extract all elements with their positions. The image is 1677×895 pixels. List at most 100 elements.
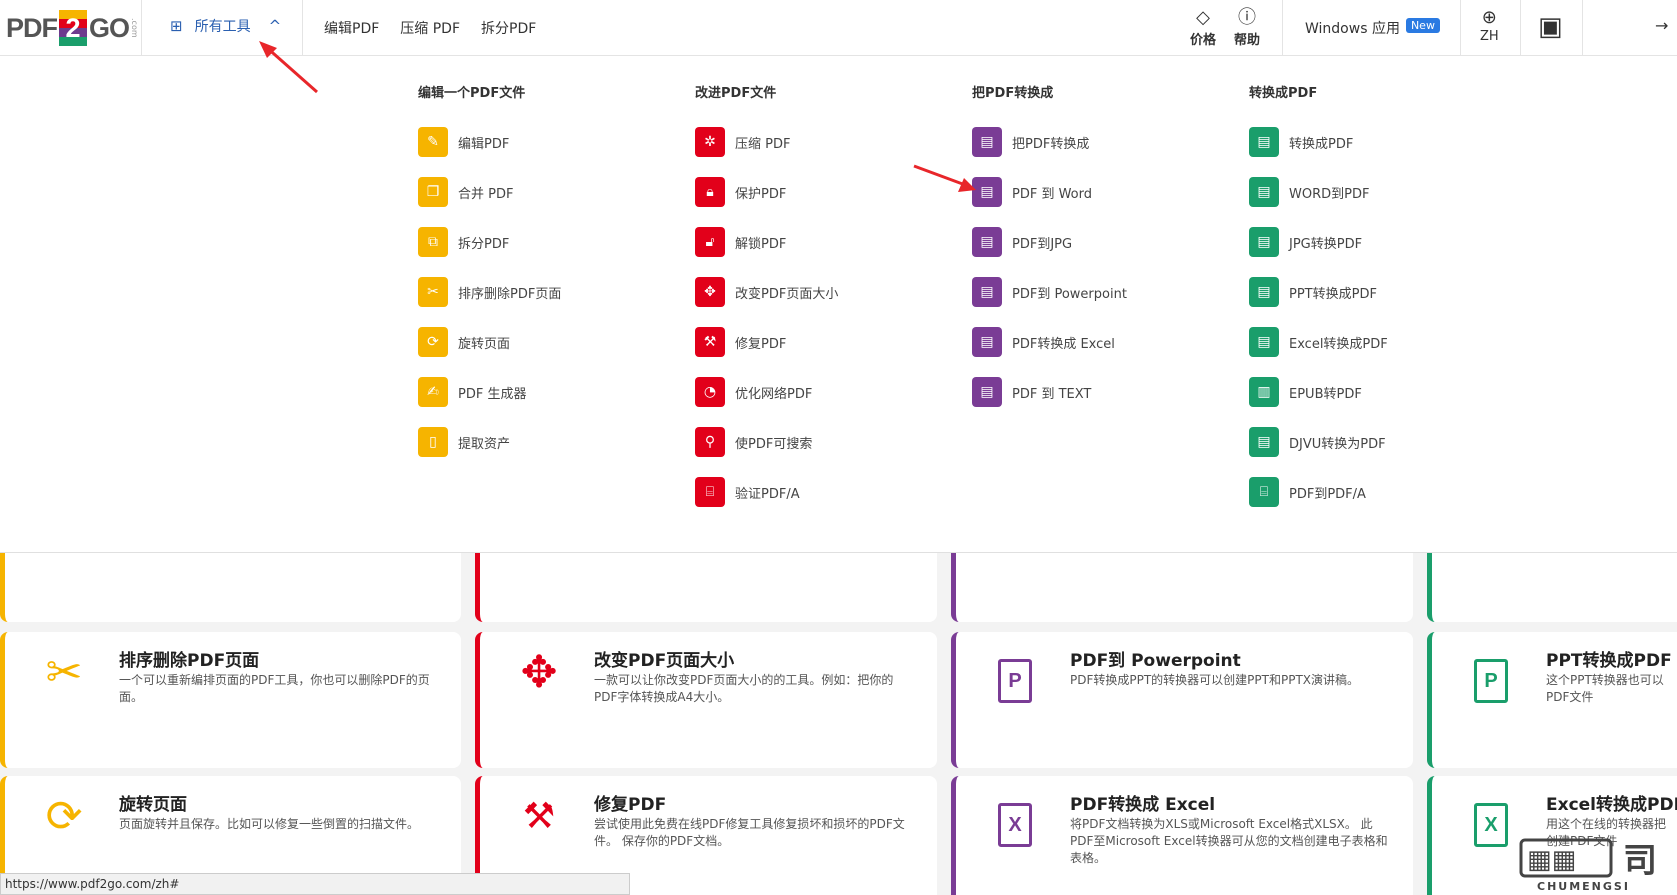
menu-item-label: PDF 到 TEXT bbox=[1012, 386, 1092, 402]
menu-item-rotate[interactable]: ⟳ 旋转页面 bbox=[418, 317, 561, 367]
archive-icon: ⌸ bbox=[1249, 477, 1279, 507]
price-button[interactable]: ◇ 价格 bbox=[1190, 8, 1217, 49]
menu-item-label: EPUB转PDF bbox=[1289, 386, 1362, 402]
card-description: 页面旋转并且保存。比如可以修复一些倒置的扫描文件。 bbox=[119, 817, 420, 831]
top-nav: 编辑PDF 压缩 PDF 拆分PDF bbox=[324, 18, 536, 38]
create-icon: ✍ bbox=[418, 377, 448, 407]
menu-item-protect-pdf[interactable]: 🔒︎ 保护PDF bbox=[695, 167, 838, 217]
menu-item-label: 压缩 PDF bbox=[735, 136, 791, 152]
menu-item-repair-pdf[interactable]: ⚒ 修复PDF bbox=[695, 317, 838, 367]
text-file-icon: ▤ bbox=[972, 377, 1002, 407]
windows-app-button[interactable]: Windows 应用 New bbox=[1305, 17, 1440, 38]
menu-item-searchable-pdf[interactable]: ⚲ 使PDF可搜索 bbox=[695, 417, 838, 467]
menu-item-pdf-to-ppt[interactable]: ▤ PDF到 Powerpoint bbox=[972, 267, 1127, 317]
menu-item-epub-to-pdf[interactable]: ▥ EPUB转PDF bbox=[1249, 367, 1388, 417]
menu-item-label: PDF到PDF/A bbox=[1289, 486, 1366, 502]
menu-column-title: 把PDF转换成 bbox=[972, 86, 1054, 101]
ppt-file-icon: ▤ bbox=[1249, 277, 1279, 307]
menu-item-label: 拆分PDF bbox=[458, 236, 510, 252]
menu-item-label: PPT转换成PDF bbox=[1289, 286, 1377, 302]
header-divider bbox=[1460, 0, 1461, 56]
svg-text:▦▦: ▦▦ bbox=[1527, 845, 1576, 875]
menu-item-label: 合并 PDF bbox=[458, 186, 514, 202]
sign-in-icon: → bbox=[1655, 16, 1669, 35]
history-button[interactable]: ▣ bbox=[1538, 12, 1563, 42]
header-divider bbox=[141, 0, 142, 56]
menu-item-unlock-pdf[interactable]: 🔓︎ 解锁PDF bbox=[695, 217, 838, 267]
menu-item-label: 验证PDF/A bbox=[735, 486, 800, 502]
grid-icon: ⊞ bbox=[170, 17, 183, 35]
menu-item-pdf-convert[interactable]: ▤ 把PDF转换成 bbox=[972, 117, 1127, 167]
card-title: PDF到 Powerpoint bbox=[1070, 651, 1241, 671]
compress-icon: ✲ bbox=[695, 127, 725, 157]
menu-column-edit: 编辑一个PDF文件 ✎ 编辑PDF ❐ 合并 PDF ⧉ 拆分PDF ✂ 排序删除PDF… bbox=[418, 82, 561, 467]
all-tools-button[interactable]: ⊞ 所有工具 ^ bbox=[170, 16, 281, 36]
menu-item-ppt-to-pdf[interactable]: ▤ PPT转换成PDF bbox=[1249, 267, 1388, 317]
menu-column-improve: 改进PDF文件 ✲ 压缩 PDF 🔒︎ 保护PDF 🔓︎ 解锁PDF ✥ 改变PDF页面… bbox=[695, 82, 838, 517]
menu-item-convert-to-pdf[interactable]: ▤ 转换成PDF bbox=[1249, 117, 1388, 167]
menu-item-pdf-to-jpg[interactable]: ▤ PDF到JPG bbox=[972, 217, 1127, 267]
menu-column-convert-to: 转换成PDF ▤ 转换成PDF ▤ WORD到PDF ▤ JPG转换PDF ▤ PPT转… bbox=[1249, 82, 1388, 517]
menu-item-split-pdf[interactable]: ⧉ 拆分PDF bbox=[418, 217, 561, 267]
menu-item-djvu-to-pdf[interactable]: ▤ DJVU转换为PDF bbox=[1249, 417, 1388, 467]
tool-card-resize[interactable]: ✥ 改变PDF页面大小 一款可以让你改变PDF页面大小的的工具。例如：把你的PD… bbox=[475, 632, 937, 768]
help-button[interactable]: ⓘ 帮助 bbox=[1234, 8, 1260, 49]
menu-item-label: WORD到PDF bbox=[1289, 186, 1370, 202]
sign-in-button[interactable]: → bbox=[1655, 16, 1668, 35]
card-description: 一个可以重新编排页面的PDF工具，你也可以删除PDF的页面。 bbox=[119, 673, 430, 704]
card-title: 旋转页面 bbox=[119, 795, 187, 815]
globe-icon: ⊕ bbox=[1481, 7, 1497, 28]
price-label: 价格 bbox=[1190, 33, 1217, 48]
menu-item-label: 排序删除PDF页面 bbox=[458, 286, 562, 302]
card-description: 将PDF文档转换为XLS或Microsoft Excel格式XLSX。 此PDF… bbox=[1070, 817, 1388, 865]
menu-item-jpg-to-pdf[interactable]: ▤ JPG转换PDF bbox=[1249, 217, 1388, 267]
excel-file-icon: X bbox=[1466, 792, 1516, 847]
tool-card-pdf-to-ppt[interactable]: P PDF到 Powerpoint PDF转换成PPT的转换器可以创建PPT和P… bbox=[951, 632, 1413, 768]
card-description: 这个PPT转换器也可以 PDF文件 bbox=[1546, 673, 1664, 704]
nav-edit-pdf[interactable]: 编辑PDF bbox=[324, 18, 379, 38]
menu-item-resize-pdf[interactable]: ✥ 改变PDF页面大小 bbox=[695, 267, 838, 317]
nav-split-pdf[interactable]: 拆分PDF bbox=[481, 18, 536, 38]
card-description: PDF转换成PPT的转换器可以创建PPT和PPTX演讲稿。 bbox=[1070, 673, 1360, 687]
scissors-icon: ✂ bbox=[418, 277, 448, 307]
search-icon: ⚲ bbox=[695, 427, 725, 457]
menu-item-label: 解锁PDF bbox=[735, 236, 787, 252]
svg-text:CHUMENGSI: CHUMENGSI bbox=[1537, 880, 1630, 892]
menu-item-label: Excel转换成PDF bbox=[1289, 336, 1388, 352]
all-tools-dropdown: 编辑一个PDF文件 ✎ 编辑PDF ❐ 合并 PDF ⧉ 拆分PDF ✂ 排序删除PDF… bbox=[0, 56, 1677, 553]
menu-item-pdf-to-word[interactable]: ▤ PDF 到 Word bbox=[972, 167, 1127, 217]
tool-card-pdf-to-excel[interactable]: X PDF转换成 Excel 将PDF文档转换为XLS或Microsoft Ex… bbox=[951, 776, 1413, 895]
menu-item-sort-delete[interactable]: ✂ 排序删除PDF页面 bbox=[418, 267, 561, 317]
menu-item-edit-pdf[interactable]: ✎ 编辑PDF bbox=[418, 117, 561, 167]
menu-item-excel-to-pdf[interactable]: ▤ Excel转换成PDF bbox=[1249, 317, 1388, 367]
menu-item-pdf-creator[interactable]: ✍ PDF 生成器 bbox=[418, 367, 561, 417]
menu-column-title: 转换成PDF bbox=[1249, 86, 1318, 101]
tool-card-ppt-to-pdf[interactable]: P PPT转换成PDF 这个PPT转换器也可以 PDF文件 bbox=[1427, 632, 1677, 768]
djvu-file-icon: ▤ bbox=[1249, 427, 1279, 457]
rotate-icon: ⟳ bbox=[418, 327, 448, 357]
menu-item-pdf-to-excel[interactable]: ▤ PDF转换成 Excel bbox=[972, 317, 1127, 367]
nav-compress-pdf[interactable]: 压缩 PDF bbox=[400, 18, 460, 38]
menu-item-pdf-to-text[interactable]: ▤ PDF 到 TEXT bbox=[972, 367, 1127, 417]
tool-card-sort-delete[interactable]: ✂ 排序删除PDF页面 一个可以重新编排页面的PDF工具，你也可以删除PDF的页… bbox=[0, 632, 461, 768]
menu-item-word-to-pdf[interactable]: ▤ WORD到PDF bbox=[1249, 167, 1388, 217]
language-button[interactable]: ⊕ ZH bbox=[1480, 7, 1499, 45]
logo[interactable]: PDF 2 GO .com bbox=[6, 8, 139, 48]
menu-item-optimize-web[interactable]: ◔ 优化网络PDF bbox=[695, 367, 838, 417]
menu-item-merge-pdf[interactable]: ❐ 合并 PDF bbox=[418, 167, 561, 217]
menu-item-pdf-to-pdfa[interactable]: ⌸ PDF到PDF/A bbox=[1249, 467, 1388, 517]
menu-item-label: 保护PDF bbox=[735, 186, 787, 202]
menu-item-label: PDF转换成 Excel bbox=[1012, 336, 1115, 352]
ppt-file-icon: ▤ bbox=[972, 277, 1002, 307]
menu-item-label: JPG转换PDF bbox=[1289, 236, 1363, 252]
top-header: PDF 2 GO .com ⊞ 所有工具 ^ 编辑PDF 压缩 PDF 拆分PD… bbox=[0, 0, 1677, 56]
card-title: PDF转换成 Excel bbox=[1070, 795, 1216, 815]
logo-pdf-text: PDF bbox=[6, 12, 58, 43]
menu-item-label: DJVU转换为PDF bbox=[1289, 436, 1386, 452]
menu-item-label: 转换成PDF bbox=[1289, 136, 1354, 152]
menu-item-validate-pdfa[interactable]: ⌸ 验证PDF/A bbox=[695, 467, 838, 517]
wrench-icon: ⚒ bbox=[695, 327, 725, 357]
menu-item-extract-assets[interactable]: ▯ 提取资产 bbox=[418, 417, 561, 467]
menu-item-label: PDF到 Powerpoint bbox=[1012, 286, 1127, 302]
menu-item-compress-pdf[interactable]: ✲ 压缩 PDF bbox=[695, 117, 838, 167]
